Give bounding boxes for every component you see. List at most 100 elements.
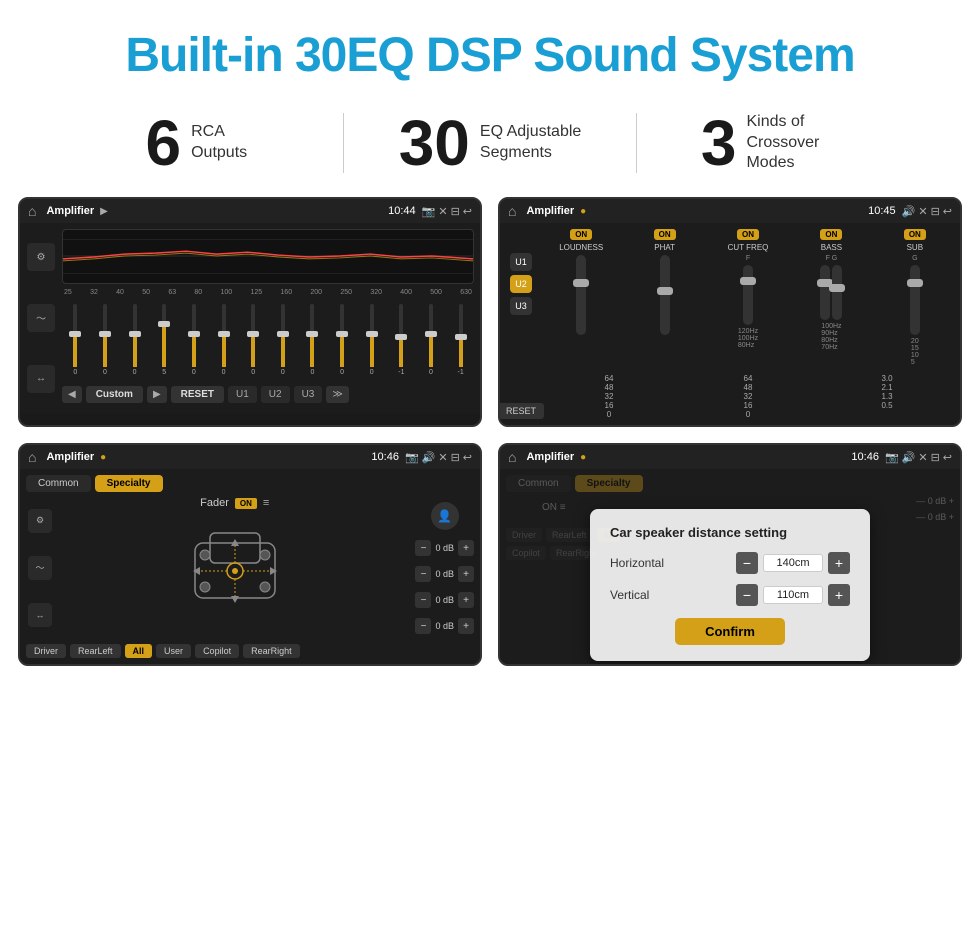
eq-prev-btn[interactable]: ◀ — [62, 386, 82, 403]
dsp-loudness-label: LOUDNESS — [559, 243, 603, 252]
fader-user-btn[interactable]: User — [156, 644, 191, 658]
eq-arrows-btn[interactable]: ↔ — [27, 365, 55, 393]
eq-freq-labels: 253240506380100 125160200250320400500630 — [62, 289, 474, 296]
slider-track-6 — [222, 304, 226, 367]
slider-track-9 — [310, 304, 314, 367]
slider-11[interactable]: 0 — [358, 304, 385, 376]
slider-8[interactable]: 0 — [269, 304, 296, 376]
fader-eq-icon[interactable]: ⚙ — [28, 509, 52, 533]
dsp-home-icon[interactable]: ⌂ — [508, 203, 516, 219]
fader-presets-row: Driver RearLeft All User Copilot RearRig… — [26, 644, 474, 658]
dsp-cutfreq-slider[interactable] — [743, 265, 753, 325]
fader-common-tab[interactable]: Common — [26, 475, 91, 492]
slider-val-14: -1 — [458, 369, 464, 376]
slider-val-5: 0 — [192, 369, 196, 376]
fader-rl-plus[interactable]: + — [458, 566, 474, 582]
fader-arrows-icon[interactable]: ↔ — [28, 603, 52, 627]
dsp-loudness-slider[interactable] — [576, 255, 586, 335]
fader-rearright-btn[interactable]: RearRight — [243, 644, 300, 658]
slider-4[interactable]: 5 — [151, 304, 178, 376]
fader-fl-plus[interactable]: + — [458, 540, 474, 556]
slider-val-7: 0 — [251, 369, 255, 376]
slider-track-14 — [459, 304, 463, 367]
eq-wave-btn[interactable]: 〜 — [27, 304, 55, 332]
distance-horizontal-minus[interactable]: − — [736, 552, 758, 574]
slider-track-11 — [370, 304, 374, 367]
distance-vertical-minus[interactable]: − — [736, 584, 758, 606]
fader-wave-icon[interactable]: 〜 — [28, 556, 52, 580]
fader-cam-icon: 📷 — [405, 451, 419, 464]
slider-track-5 — [192, 304, 196, 367]
slider-9[interactable]: 0 — [299, 304, 326, 376]
fader-rl-minus[interactable]: − — [415, 566, 431, 582]
dsp-cutfreq-col: ON CUT FREQ F 120Hz100Hz80Hz — [709, 229, 787, 349]
slider-6[interactable]: 0 — [210, 304, 237, 376]
slider-track-10 — [340, 304, 344, 367]
fader-status-icons: 📷 🔊 ✕ ⊟ ↩ — [405, 451, 472, 464]
slider-track-8 — [281, 304, 285, 367]
dsp-sub-g: G — [912, 255, 917, 262]
eq-u3-btn[interactable]: U3 — [294, 386, 323, 403]
fader-fr-minus[interactable]: − — [415, 592, 431, 608]
stat-rca: 6 RCAOutputs — [60, 111, 333, 175]
dsp-time: 10:45 — [868, 205, 896, 217]
fader-center: Fader ON ≡ — [62, 497, 407, 639]
distance-horizontal-control: − 140cm + — [736, 552, 850, 574]
slider-2[interactable]: 0 — [92, 304, 119, 376]
eq-settings-btn[interactable]: ⚙ — [27, 243, 55, 271]
distance-vertical-value: 110cm — [763, 586, 823, 604]
eq-custom-btn[interactable]: Custom — [86, 386, 143, 403]
eq-reset-btn[interactable]: RESET — [171, 386, 224, 403]
distance-cam-icon: 📷 — [885, 451, 899, 464]
eq-expand-btn[interactable]: ≫ — [326, 386, 348, 403]
distance-confirm-btn[interactable]: Confirm — [675, 618, 785, 645]
fader-fr-plus[interactable]: + — [458, 592, 474, 608]
stat-divider-2 — [636, 113, 637, 173]
eq-u2-btn[interactable]: U2 — [261, 386, 290, 403]
eq-u1-btn[interactable]: U1 — [228, 386, 257, 403]
slider-val-6: 0 — [222, 369, 226, 376]
fader-specialty-tab[interactable]: Specialty — [95, 475, 163, 492]
screenshots-grid: ⌂ Amplifier ▶ 10:44 📷 ✕ ⊟ ↩ ⚙ 〜 ↔ — [0, 197, 980, 666]
home-icon[interactable]: ⌂ — [28, 203, 36, 219]
distance-vertical-control: − 110cm + — [736, 584, 850, 606]
dsp-bass-freq-slider[interactable] — [820, 265, 830, 320]
eq-time: 10:44 — [388, 205, 416, 217]
dsp-bass-col: ON BASS F G 100Hz90Hz80Hz70Hz — [792, 229, 870, 351]
fader-rearleft-btn[interactable]: RearLeft — [70, 644, 121, 658]
fader-driver-btn[interactable]: Driver — [26, 644, 66, 658]
fader-all-btn[interactable]: All — [125, 644, 153, 658]
fader-on-badge: ON — [235, 498, 257, 509]
slider-3[interactable]: 0 — [121, 304, 148, 376]
distance-vertical-row: Vertical − 110cm + — [610, 584, 850, 606]
fader-rr-plus[interactable]: + — [458, 618, 474, 634]
dsp-bass-gain-slider[interactable] — [832, 265, 842, 320]
bg-copilot: Copilot — [506, 546, 546, 560]
dsp-phat-slider[interactable] — [660, 255, 670, 335]
slider-10[interactable]: 0 — [329, 304, 356, 376]
dsp-sub-slider[interactable] — [910, 265, 920, 335]
slider-val-1: 0 — [73, 369, 77, 376]
slider-1[interactable]: 0 — [62, 304, 89, 376]
slider-12[interactable]: -1 — [388, 304, 415, 376]
distance-home-icon[interactable]: ⌂ — [508, 449, 516, 465]
slider-7[interactable]: 0 — [240, 304, 267, 376]
dsp-u1-btn[interactable]: U1 — [510, 253, 532, 271]
dsp-sub-badge: ON — [904, 229, 926, 240]
slider-14[interactable]: -1 — [447, 304, 474, 376]
slider-5[interactable]: 0 — [181, 304, 208, 376]
eq-next-btn[interactable]: ▶ — [147, 386, 167, 403]
fader-fr-val: 0 dB — [435, 595, 454, 605]
fader-fl-minus[interactable]: − — [415, 540, 431, 556]
distance-vertical-plus[interactable]: + — [828, 584, 850, 606]
distance-horizontal-plus[interactable]: + — [828, 552, 850, 574]
fader-rr-minus[interactable]: − — [415, 618, 431, 634]
fader-home-icon[interactable]: ⌂ — [28, 449, 36, 465]
fader-copilot-btn[interactable]: Copilot — [195, 644, 239, 658]
dsp-u3-btn[interactable]: U3 — [510, 297, 532, 315]
stat-rca-number: 6 — [146, 111, 182, 175]
slider-13[interactable]: 0 — [418, 304, 445, 376]
fader-fl-val: 0 dB — [435, 543, 454, 553]
dsp-u2-btn[interactable]: U2 — [510, 275, 532, 293]
dsp-reset-btn[interactable]: RESET — [498, 403, 544, 419]
